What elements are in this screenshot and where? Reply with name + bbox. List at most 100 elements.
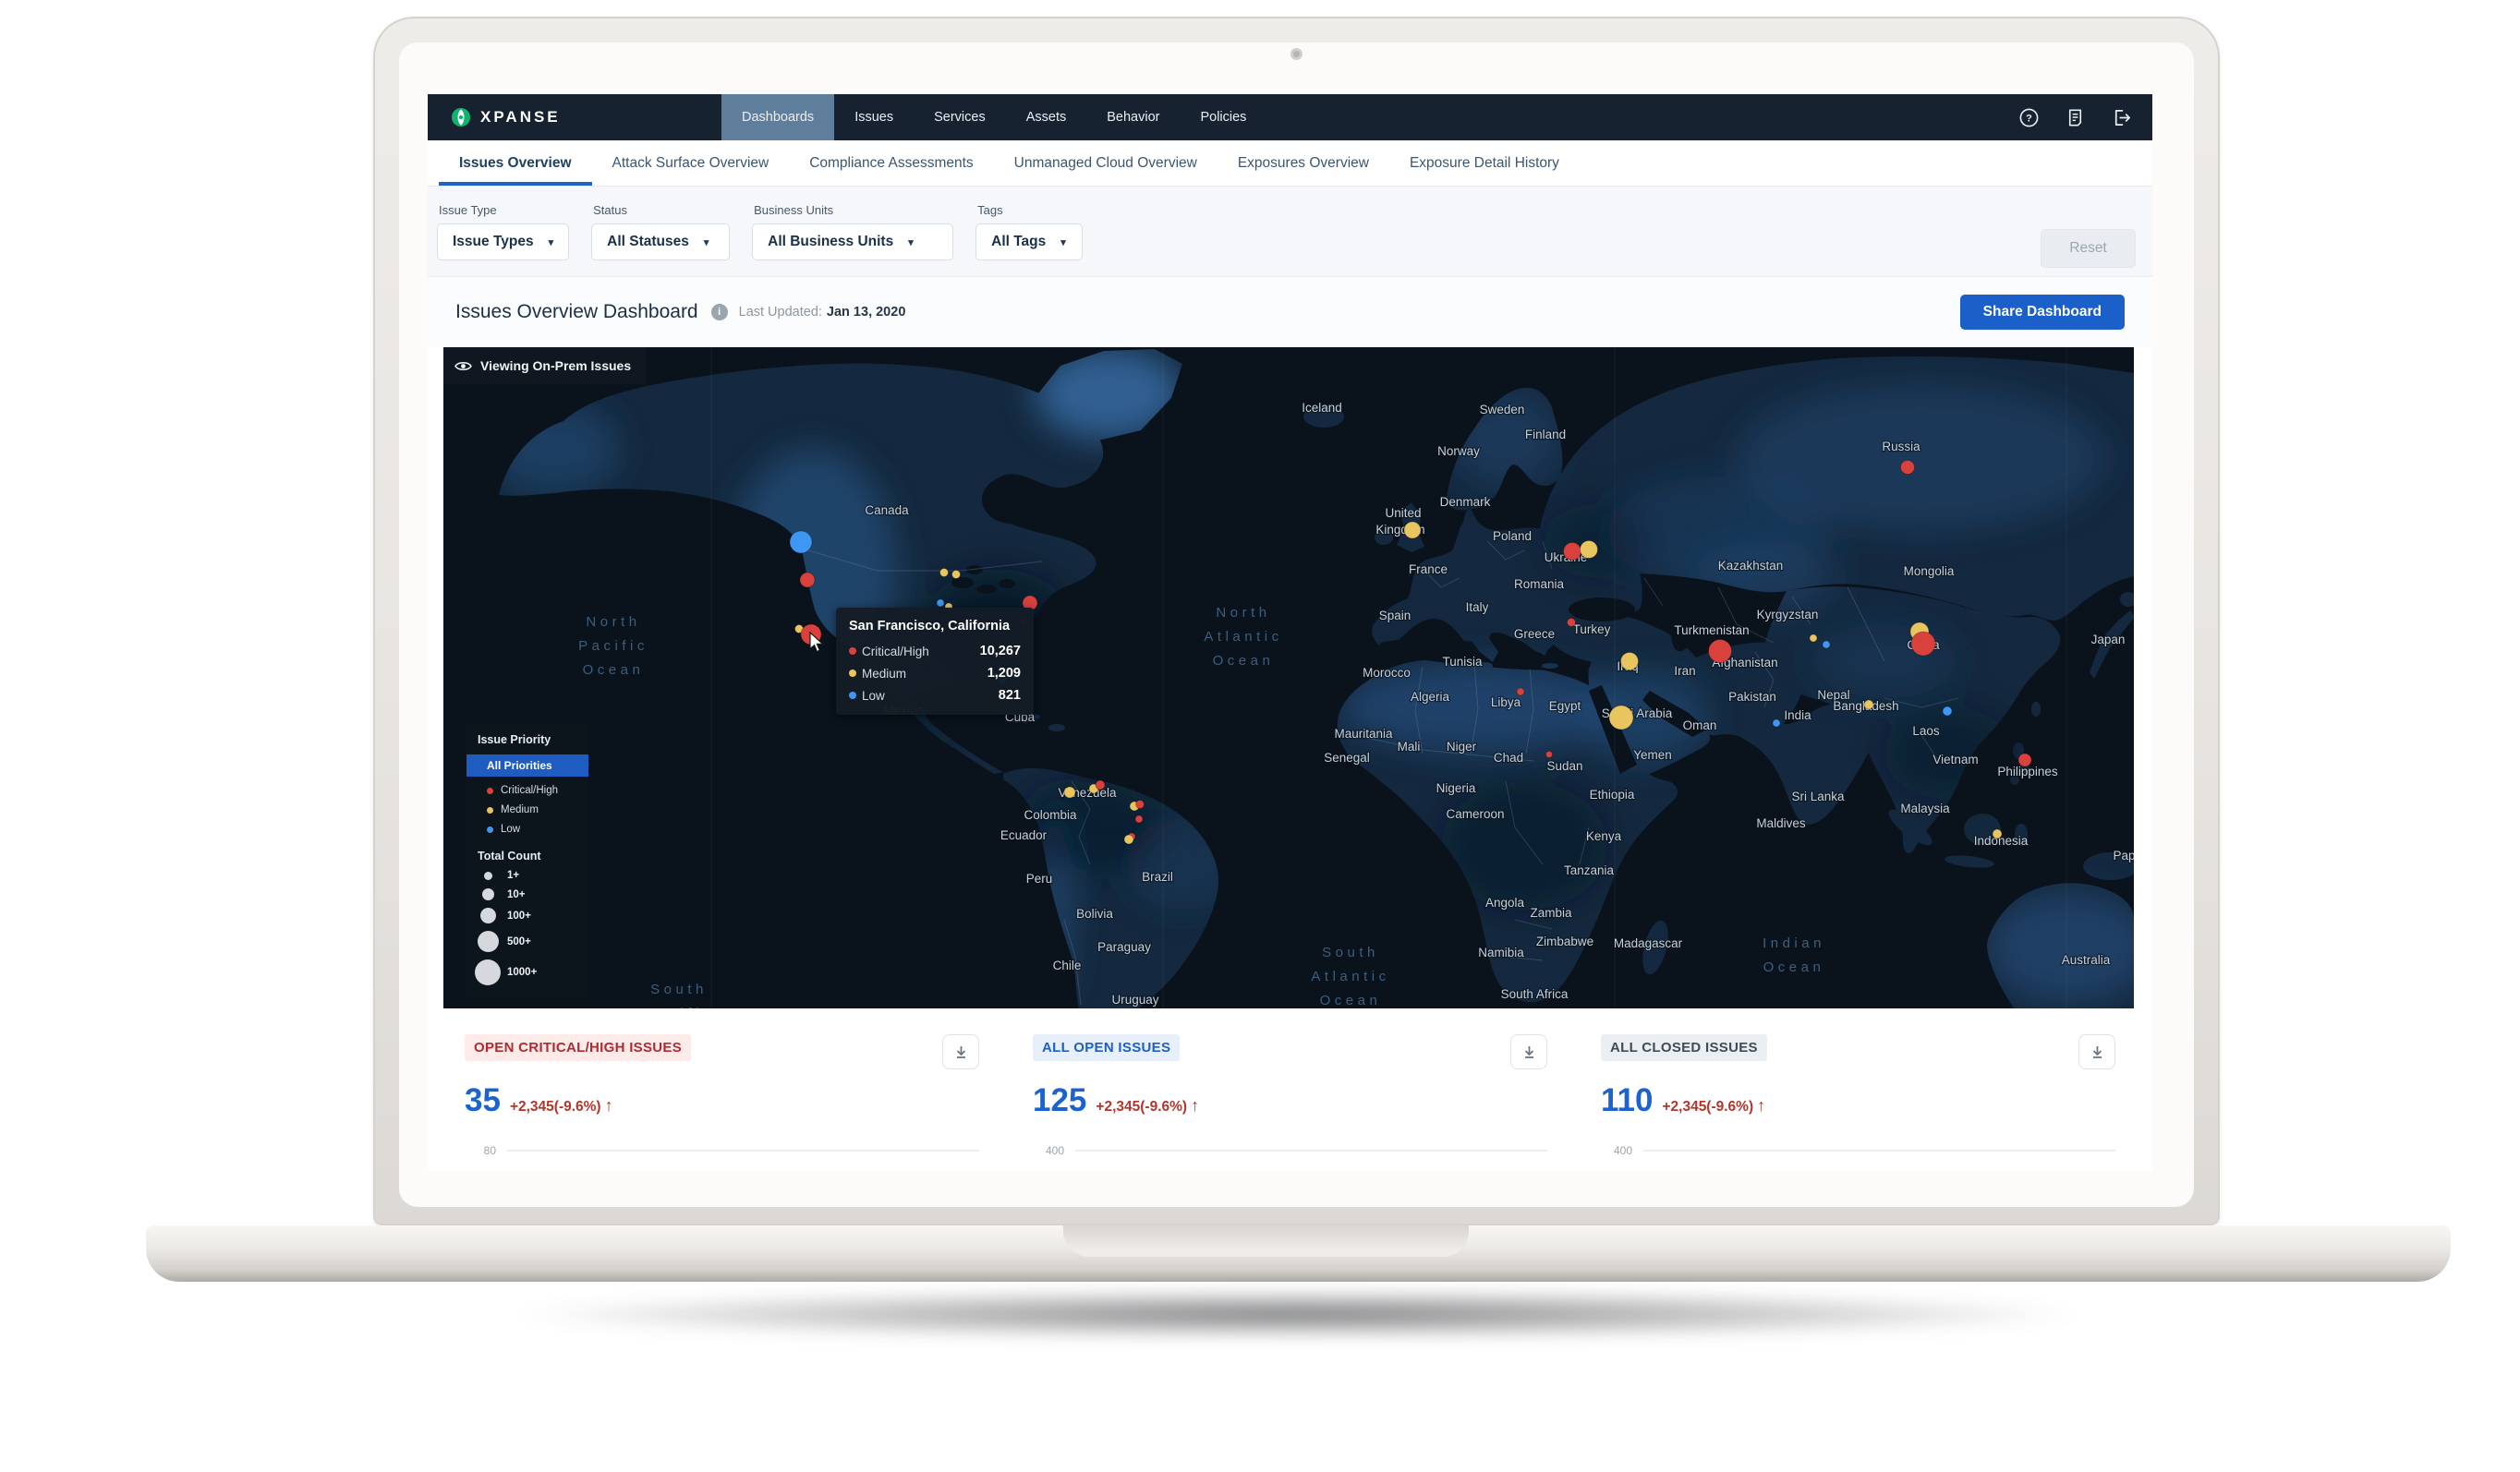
country-label-finland: Finland: [1525, 428, 1566, 441]
tooltip-rows: Critical/High10,267Medium1,209Low821: [849, 644, 1021, 703]
issue-marker-medium[interactable]: [1864, 700, 1873, 709]
card-badge: OPEN CRITICAL/HIGH ISSUES: [465, 1034, 691, 1061]
issue-marker-critical[interactable]: [1546, 752, 1553, 758]
eye-icon: [454, 360, 472, 372]
issue-marker-low[interactable]: [1823, 641, 1830, 648]
issue-marker-critical[interactable]: [1135, 815, 1143, 823]
release-notes-icon[interactable]: [2065, 107, 2086, 128]
sub-tab-compliance-assessments[interactable]: Compliance Assessments: [789, 140, 993, 186]
country-label-senegal: Senegal: [1324, 751, 1370, 765]
count-circle: [482, 888, 494, 900]
country-label-libya: Libya: [1491, 695, 1521, 709]
legend-all-priorities[interactable]: All Priorities: [466, 754, 588, 777]
legend-priority-medium[interactable]: Medium: [466, 804, 588, 815]
filter-bar: Issue TypeIssue Types▾StatusAll Statuses…: [428, 187, 2152, 277]
issue-marker-critical[interactable]: [1564, 543, 1581, 561]
help-icon[interactable]: ?: [2018, 107, 2040, 128]
trend-up-icon: ↑: [605, 1096, 613, 1115]
issue-marker-low[interactable]: [1773, 719, 1780, 727]
issue-marker-medium[interactable]: [1581, 541, 1598, 559]
brand-name: XPANSE: [480, 108, 561, 127]
nav-tab-policies[interactable]: Policies: [1180, 94, 1266, 140]
issue-marker-medium[interactable]: [1993, 829, 2002, 839]
legend-priority-critical-high[interactable]: Critical/High: [466, 785, 588, 796]
country-label-zambia: Zambia: [1530, 906, 1572, 920]
filter-dropdown-tags[interactable]: All Tags▾: [975, 223, 1083, 260]
issue-marker-critical[interactable]: [800, 573, 815, 587]
issue-marker-medium[interactable]: [1621, 653, 1639, 670]
country-label-algeria: Algeria: [1411, 690, 1450, 704]
count-circle: [478, 931, 499, 952]
download-button[interactable]: [942, 1034, 979, 1069]
issue-marker-medium[interactable]: [1064, 787, 1075, 798]
world-map-svg: NorthPacificOceanNorthAtlanticOceanSouth…: [443, 347, 2134, 1008]
mouse-cursor: [809, 632, 824, 653]
issue-marker-critical[interactable]: [1517, 688, 1524, 695]
laptop-camera: [1290, 48, 1302, 60]
issue-marker-low[interactable]: [1943, 706, 1952, 716]
issue-marker-critical[interactable]: [2018, 754, 2031, 766]
download-button[interactable]: [1510, 1034, 1547, 1069]
filter-label-tags: Tags: [977, 203, 1083, 217]
filter-dropdown-business-units[interactable]: All Business Units▾: [752, 223, 953, 260]
dashboard-tabs: Issues OverviewAttack Surface OverviewCo…: [428, 140, 2152, 187]
country-label-kyrgyzstan: Kyrgyzstan: [1757, 608, 1819, 621]
nav-tab-dashboards[interactable]: Dashboards: [721, 94, 834, 140]
filter-dropdown-issue-type[interactable]: Issue Types▾: [437, 223, 569, 260]
issue-marker-critical[interactable]: [1901, 461, 1915, 475]
priority-dot: [487, 807, 493, 814]
nav-tab-behavior[interactable]: Behavior: [1086, 94, 1180, 140]
sub-tab-attack-surface-overview[interactable]: Attack Surface Overview: [592, 140, 790, 186]
issue-marker-medium[interactable]: [940, 569, 949, 577]
issue-marker-medium[interactable]: [952, 571, 961, 579]
laptop-notch: [1063, 1225, 1469, 1257]
sub-tab-exposures-overview[interactable]: Exposures Overview: [1218, 140, 1389, 186]
sign-out-icon[interactable]: [2111, 107, 2132, 128]
tooltip-row-low: Low821: [849, 688, 1021, 703]
issue-marker-critical[interactable]: [1709, 640, 1732, 663]
country-label-maldives: Maldives: [1756, 816, 1806, 830]
issues-world-map[interactable]: NorthPacificOceanNorthAtlanticOceanSouth…: [443, 347, 2134, 1008]
issue-marker-critical[interactable]: [1096, 780, 1105, 790]
issue-marker-critical[interactable]: [1136, 801, 1145, 809]
filter-field-status: StatusAll Statuses▾: [591, 203, 730, 260]
download-button[interactable]: [2078, 1034, 2115, 1069]
country-label-greece: Greece: [1514, 627, 1555, 641]
country-label-malaysia: Malaysia: [1900, 802, 1950, 815]
sub-tab-issues-overview[interactable]: Issues Overview: [439, 140, 592, 186]
country-label-romania: Romania: [1514, 577, 1565, 591]
issue-marker-critical[interactable]: [1911, 632, 1935, 656]
country-label-denmark: Denmark: [1440, 495, 1491, 509]
issue-marker-low[interactable]: [937, 599, 944, 607]
viewing-mode-chip: Viewing On-Prem Issues: [443, 347, 646, 384]
axis-tick: 400: [1033, 1144, 1064, 1157]
dropdown-value: Issue Types: [453, 234, 534, 250]
issue-marker-medium[interactable]: [1404, 522, 1421, 538]
chevron-down-icon: ▾: [1060, 236, 1066, 248]
axis-tick: 400: [1601, 1144, 1632, 1157]
issue-marker-medium[interactable]: [1810, 634, 1817, 642]
country-label-oman: Oman: [1683, 718, 1717, 732]
filter-dropdown-status[interactable]: All Statuses▾: [591, 223, 730, 260]
issue-marker-low[interactable]: [790, 531, 812, 553]
info-icon[interactable]: i: [711, 304, 728, 320]
nav-tab-issues[interactable]: Issues: [834, 94, 914, 140]
issue-marker-critical[interactable]: [1568, 619, 1576, 627]
download-icon: [954, 1045, 968, 1059]
country-label-egypt: Egypt: [1549, 699, 1581, 713]
nav-tab-assets[interactable]: Assets: [1006, 94, 1087, 140]
country-label-angola: Angola: [1485, 896, 1525, 910]
share-dashboard-button[interactable]: Share Dashboard: [1960, 295, 2125, 330]
issue-marker-medium[interactable]: [1124, 835, 1133, 844]
legend-priority-low[interactable]: Low: [466, 824, 588, 835]
country-label-chad: Chad: [1494, 751, 1523, 765]
reset-button[interactable]: Reset: [2041, 229, 2136, 268]
country-label-philippines: Philippines: [1997, 765, 2058, 778]
tooltip-dot: [849, 647, 856, 655]
xpanse-logo[interactable]: XPANSE: [450, 94, 561, 140]
nav-tab-services[interactable]: Services: [914, 94, 1006, 140]
sub-tab-unmanaged-cloud-overview[interactable]: Unmanaged Cloud Overview: [994, 140, 1218, 186]
sub-tab-exposure-detail-history[interactable]: Exposure Detail History: [1389, 140, 1580, 186]
issue-marker-medium[interactable]: [1609, 706, 1633, 730]
country-label-australia: Australia: [2062, 953, 2111, 967]
